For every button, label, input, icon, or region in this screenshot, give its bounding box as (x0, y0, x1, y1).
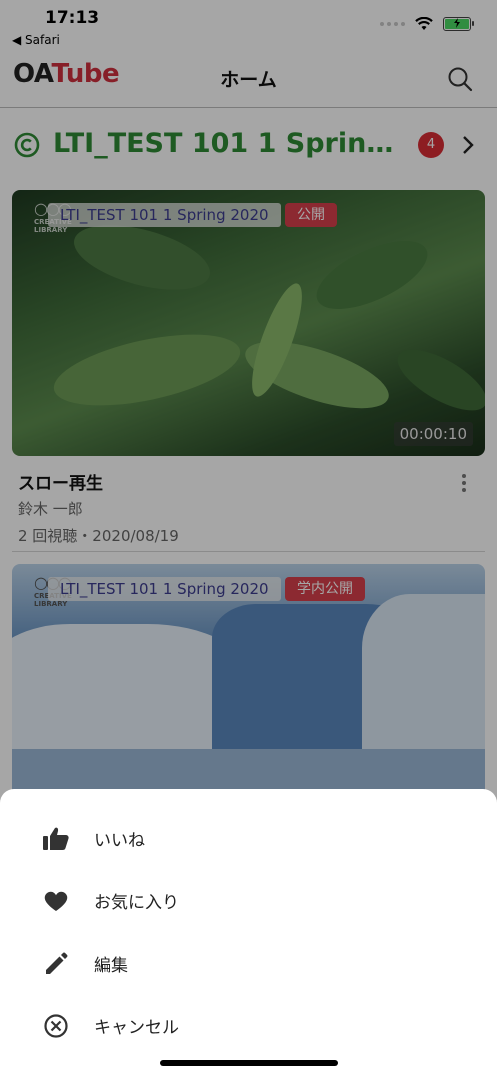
like-label: いいね (94, 831, 145, 851)
cancel-action[interactable]: キャンセル (0, 994, 497, 1056)
cancel-label: キャンセル (94, 1018, 179, 1038)
favorite-action[interactable]: お気に入り (0, 869, 497, 931)
favorite-label: お気に入り (94, 893, 179, 913)
heart-icon (44, 891, 68, 911)
action-sheet: いいね お気に入り 編集 キャンセル (0, 789, 497, 1076)
edit-label: 編集 (94, 956, 128, 976)
pencil-icon (46, 952, 68, 974)
cancel-circle-icon (44, 1014, 68, 1038)
like-action[interactable]: いいね (0, 807, 497, 869)
edit-action[interactable]: 編集 (0, 932, 497, 994)
home-indicator[interactable] (160, 1060, 338, 1066)
thumbs-up-icon (43, 827, 69, 850)
